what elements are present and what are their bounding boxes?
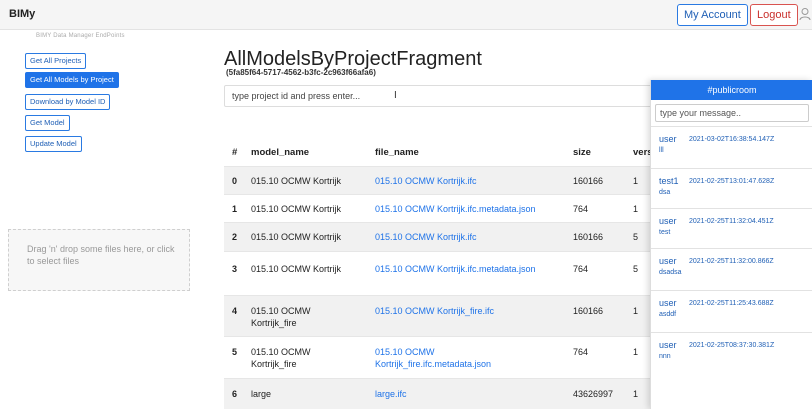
row-index: 5 [232,347,238,357]
my-account-button[interactable]: My Account [677,4,748,26]
get-model-button[interactable]: Get Model [25,115,70,131]
logout-button[interactable]: Logout [750,4,798,26]
row-file-link[interactable]: 015.10 OCMW Kortrijk.ifc [375,175,565,187]
chat-message-text: nnn [659,353,671,360]
row-model-name: 015.10 OCMW Kortrijk_fire [251,306,311,328]
row-file-link[interactable]: 015.10 OCMW Kortrijk_fire.ifc.metadata.j… [375,346,545,370]
app-brand[interactable]: BIMy [9,8,35,20]
chat-message-time: 2021-02-25T11:32:00.866Z [689,258,774,265]
row-model-name: 015.10 OCMW Kortrijk [251,232,342,242]
chat-message-text: dsa [659,189,671,196]
table-row: 1 015.10 OCMW Kortrijk 015.10 OCMW Kortr… [224,194,651,222]
chat-message-time: 2021-02-25T13:01:47.628Z [689,178,775,185]
get-all-models-by-project-button[interactable]: Get All Models by Project [25,72,119,88]
chat-message: test1 2021-02-25T13:01:47.628Z dsa [651,168,812,200]
row-size: 764 [573,264,589,274]
update-model-button[interactable]: Update Model [25,136,82,152]
row-index: 3 [232,264,238,274]
download-by-model-id-button[interactable]: Download by Model ID [25,94,111,110]
table-row: 4 015.10 OCMW Kortrijk_fire 015.10 OCMW … [224,295,651,336]
chat-message-text: asddf [659,311,677,318]
chat-message: user 2021-02-25T11:32:04.451Z test [651,208,812,240]
row-model-name: 015.10 OCMW Kortrijk [251,264,342,274]
row-size: 43626997 [573,389,614,399]
row-size: 764 [573,204,589,214]
row-model-name: large [251,389,272,399]
row-file-link[interactable]: 015.10 OCMW Kortrijk.ifc [375,231,565,243]
chat-message-time: 2021-02-25T08:37:30.381Z [689,342,775,349]
chat-message: user 2021-02-25T08:37:30.381Z nnn [651,332,812,364]
chat-room-title: #publicroom [651,80,812,100]
row-version: 5 [633,232,639,242]
chat-message-time: 2021-03-02T16:38:54.147Z [689,136,775,143]
header-model-name: model_name [251,147,310,158]
chat-message-text: dsadsa [659,269,682,276]
header-file-name: file_name [375,147,419,158]
sidebar-title: BIMY Data Manager EndPoints [36,33,125,39]
table-row: 5 015.10 OCMW Kortrijk_fire 015.10 OCMW … [224,336,651,378]
row-size: 764 [573,347,589,357]
row-index: 4 [232,306,238,316]
row-size: 160166 [573,232,604,242]
chat-message-text: test [659,229,671,236]
text-cursor-icon: I [394,90,397,101]
row-file-link[interactable]: large.ifc [375,388,565,400]
chat-message-user: user [659,340,677,350]
dropzone-text: Drag 'n' drop some files here, or click … [27,244,175,266]
row-model-name: 015.10 OCMW Kortrijk_fire [251,347,311,369]
project-id-input[interactable] [224,85,654,107]
row-model-name: 015.10 OCMW Kortrijk [251,204,342,214]
page-subtitle: (5fa85f64-5717-4562-b3fc-2c963f66afa6) [226,68,376,77]
top-navbar: BIMy My Account Logout [0,0,812,30]
row-file-link[interactable]: 015.10 OCMW Kortrijk.ifc.metadata.json [375,263,565,275]
chat-message: user 2021-02-25T11:32:00.866Z dsadsa [651,248,812,280]
row-file-link[interactable]: 015.10 OCMW Kortrijk_fire.ifc [375,305,565,317]
row-size: 160166 [573,176,604,186]
chat-message-user: user [659,256,677,266]
chat-message-user: user [659,134,677,144]
chat-message-user: test1 [659,176,679,186]
row-version: 1 [633,176,639,186]
row-version: 1 [633,389,639,399]
chat-message-user: user [659,216,677,226]
chat-message: user 2021-02-25T11:25:43.688Z asddf [651,290,812,322]
table-header-row: # model_name file_name size vers [224,138,653,166]
row-model-name: 015.10 OCMW Kortrijk [251,176,342,186]
chat-message-input[interactable] [655,104,809,122]
table-row: 3 015.10 OCMW Kortrijk 015.10 OCMW Kortr… [224,251,651,295]
chat-message-user: user [659,298,677,308]
row-version: 1 [633,347,639,357]
table-row: 0 015.10 OCMW Kortrijk 015.10 OCMW Kortr… [224,166,651,194]
chat-message-time: 2021-02-25T11:25:43.688Z [689,300,774,307]
row-index: 0 [232,176,238,186]
row-version: 1 [633,306,639,316]
chat-message: user 2021-03-02T16:38:54.147Z lll [651,126,812,158]
table-row: 6 large large.ifc 43626997 1 [224,378,651,409]
get-all-projects-button[interactable]: Get All Projects [25,53,87,69]
row-index: 6 [232,389,238,399]
row-version: 1 [633,204,639,214]
row-version: 5 [633,264,639,274]
chat-message-text: lll [659,147,664,154]
header-index: # [232,147,238,158]
header-size: size [573,147,591,158]
row-index: 1 [232,204,238,214]
chat-message-time: 2021-02-25T11:32:04.451Z [689,218,774,225]
file-dropzone[interactable]: Drag 'n' drop some files here, or click … [8,229,190,291]
row-file-link[interactable]: 015.10 OCMW Kortrijk.ifc.metadata.json [375,203,565,215]
row-index: 2 [232,232,238,242]
table-row: 2 015.10 OCMW Kortrijk 015.10 OCMW Kortr… [224,222,651,251]
row-size: 160166 [573,306,604,316]
user-icon[interactable] [799,7,811,21]
chat-panel: #publicroom user 2021-03-02T16:38:54.147… [650,80,812,409]
